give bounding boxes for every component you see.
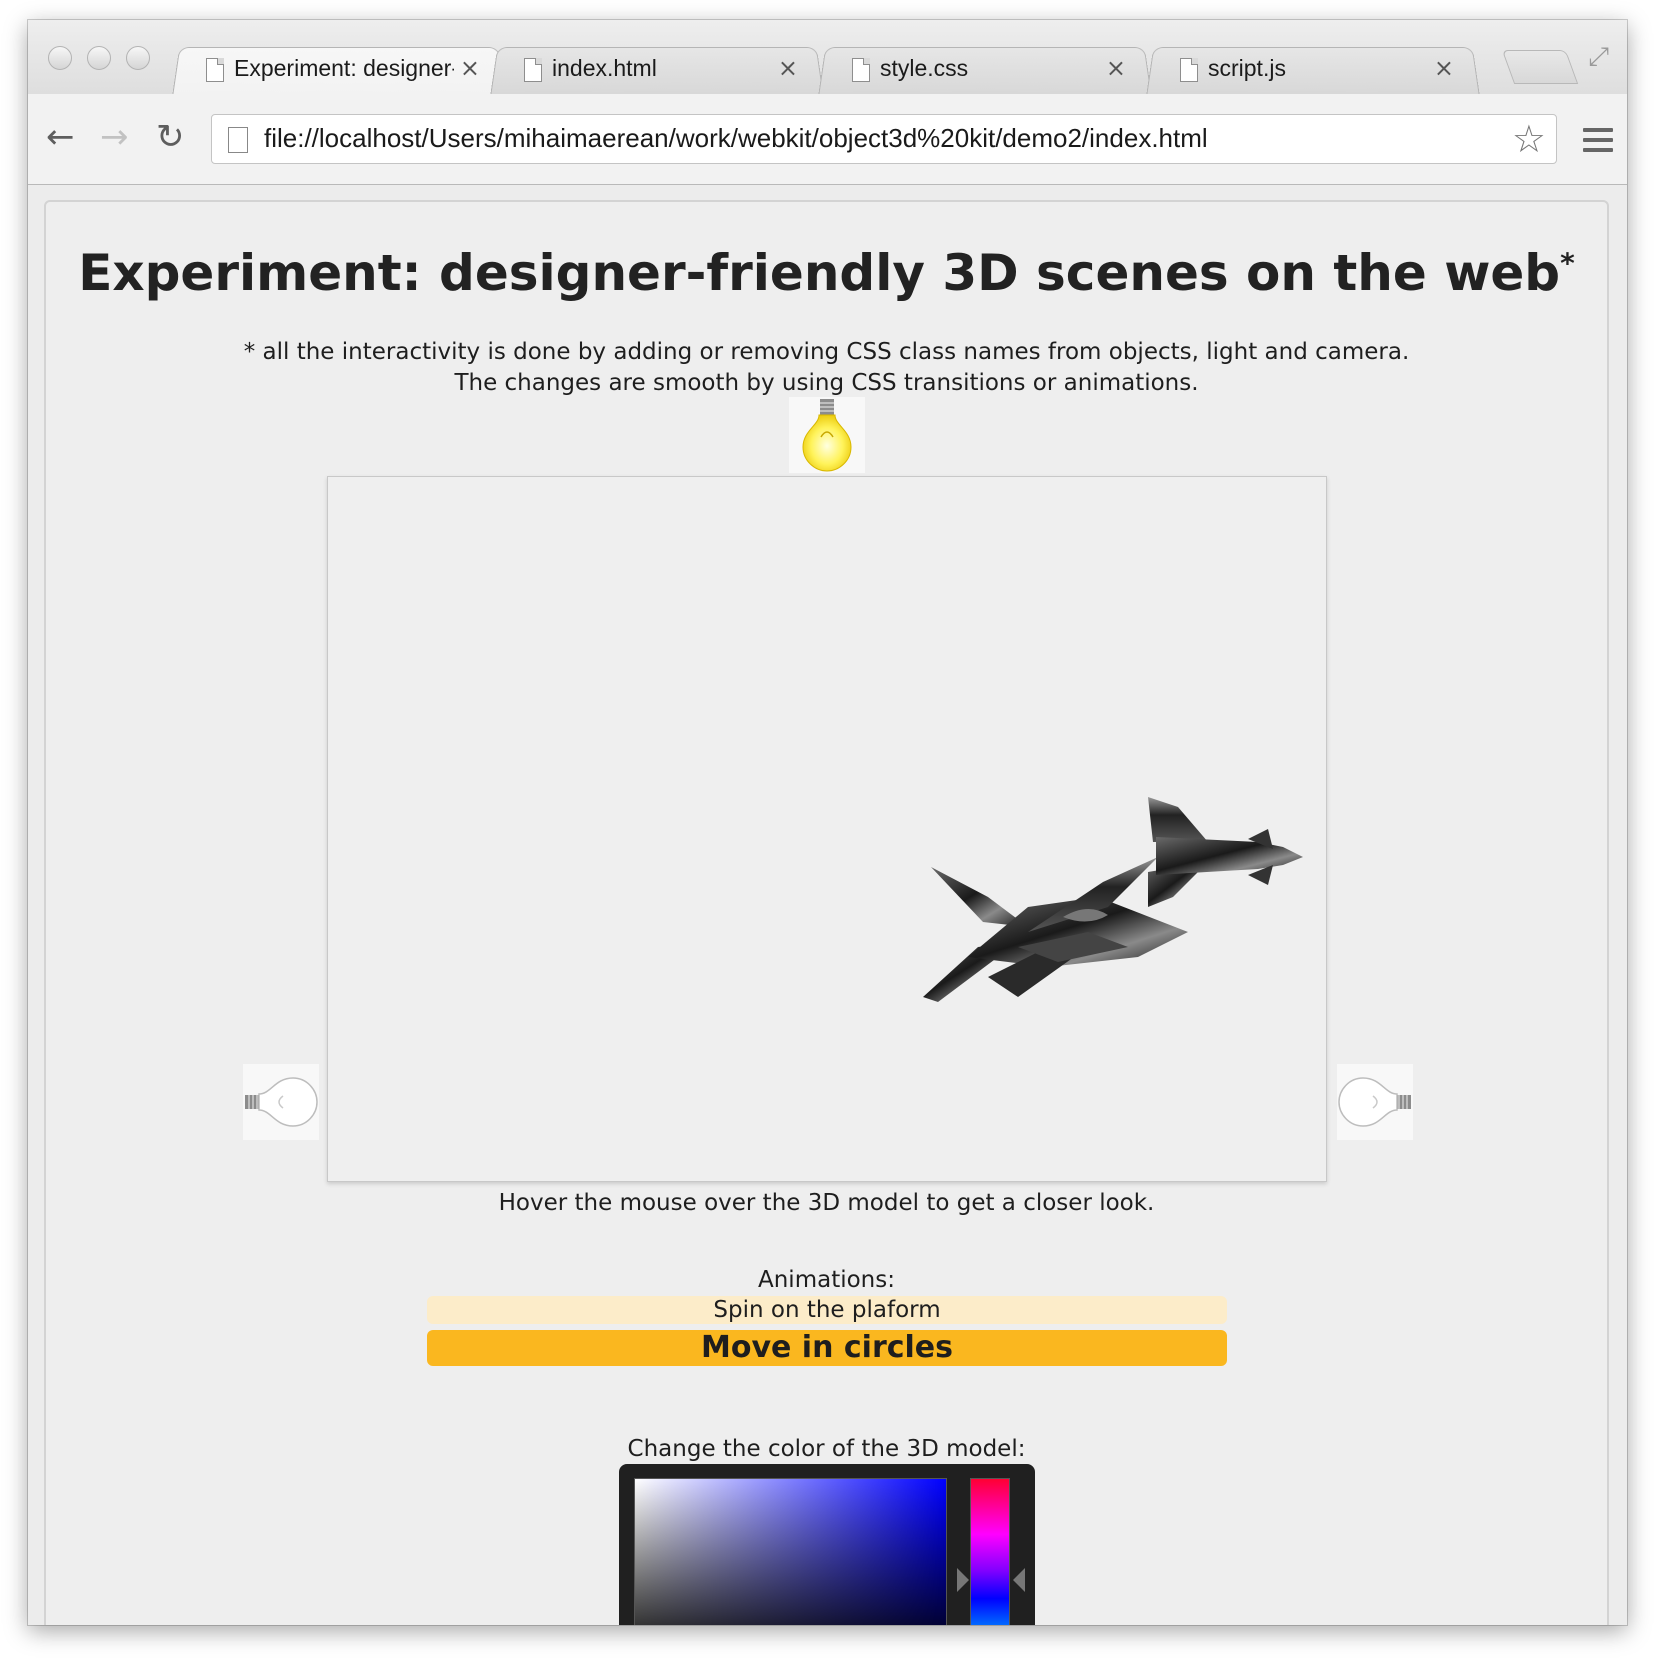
menu-icon[interactable] bbox=[1583, 128, 1613, 158]
minimize-window-button[interactable] bbox=[87, 46, 111, 70]
tab-close-icon[interactable]: × bbox=[1106, 54, 1126, 82]
back-icon[interactable]: ← bbox=[46, 120, 75, 154]
tab-script-js[interactable]: script.js × bbox=[1146, 44, 1480, 97]
hover-hint: Hover the mouse over the 3D model to get… bbox=[498, 1190, 1155, 1216]
footnote-mark: * bbox=[1560, 246, 1575, 280]
page-icon bbox=[852, 58, 870, 82]
page-icon bbox=[1180, 58, 1198, 82]
page-icon bbox=[206, 58, 224, 82]
tab-index-html[interactable]: index.html × bbox=[490, 44, 824, 97]
spin-animation-button[interactable]: Spin on the plaform bbox=[427, 1296, 1227, 1324]
forward-icon[interactable]: → bbox=[100, 120, 129, 154]
url-text[interactable]: file://localhost/Users/mihaimaerean/work… bbox=[264, 123, 1208, 154]
hue-handle-right-icon[interactable] bbox=[1013, 1568, 1025, 1592]
page-title-text: Experiment: designer-friendly 3D scenes … bbox=[78, 244, 1561, 302]
color-picker bbox=[619, 1464, 1035, 1625]
jet-model[interactable] bbox=[328, 477, 1326, 1181]
subtitle-line: The changes are smooth by using CSS tran… bbox=[454, 370, 1199, 396]
tab-close-icon[interactable]: × bbox=[1434, 54, 1454, 82]
page-icon bbox=[228, 127, 248, 153]
bookmark-star-icon[interactable]: ☆ bbox=[1512, 117, 1546, 161]
3d-scene-viewport[interactable] bbox=[327, 476, 1327, 1182]
tab-label: style.css bbox=[880, 55, 969, 81]
reload-icon[interactable]: ↻ bbox=[156, 120, 185, 154]
top-light-bulb-icon[interactable] bbox=[789, 397, 865, 473]
close-window-button[interactable] bbox=[48, 46, 72, 70]
tab-close-icon[interactable]: × bbox=[460, 54, 480, 82]
animations-label: Animations: bbox=[758, 1267, 895, 1293]
missile-body bbox=[1148, 797, 1303, 907]
page-content: Experiment: designer-friendly 3D scenes … bbox=[44, 200, 1609, 1625]
subtitle-line: * all the interactivity is done by addin… bbox=[243, 339, 1410, 365]
tab-label: Experiment: designer-friendly 3D scenes … bbox=[234, 55, 454, 81]
subtitle: * all the interactivity is done by addin… bbox=[46, 337, 1607, 399]
hue-handle-left-icon[interactable] bbox=[957, 1568, 969, 1592]
page-title: Experiment: designer-friendly 3D scenes … bbox=[46, 244, 1607, 302]
title-bar: Experiment: designer-friendly 3D scenes … bbox=[28, 20, 1627, 97]
address-bar[interactable]: file://localhost/Users/mihaimaerean/work… bbox=[211, 114, 1557, 164]
fullscreen-icon[interactable]: ⤢ bbox=[1588, 42, 1609, 73]
tab-close-icon[interactable]: × bbox=[778, 54, 798, 82]
color-picker-label: Change the color of the 3D model: bbox=[627, 1436, 1026, 1462]
saturation-value-area[interactable] bbox=[634, 1478, 947, 1625]
zoom-window-button[interactable] bbox=[126, 46, 150, 70]
new-tab-button[interactable] bbox=[1501, 50, 1579, 84]
left-light-bulb-icon[interactable] bbox=[243, 1064, 319, 1140]
page-icon bbox=[524, 58, 542, 82]
browser-toolbar: ← → ↻ file://localhost/Users/mihaimaerea… bbox=[28, 94, 1627, 185]
tab-experiment[interactable]: Experiment: designer-friendly 3D scenes … bbox=[172, 44, 506, 97]
hue-slider[interactable] bbox=[970, 1478, 1010, 1625]
right-light-bulb-icon[interactable] bbox=[1337, 1064, 1413, 1140]
move-in-circles-button[interactable]: Move in circles bbox=[427, 1330, 1227, 1366]
tab-label: index.html bbox=[552, 55, 657, 81]
tab-style-css[interactable]: style.css × bbox=[818, 44, 1152, 97]
tab-label: script.js bbox=[1208, 55, 1286, 81]
browser-window: Experiment: designer-friendly 3D scenes … bbox=[28, 20, 1627, 1625]
